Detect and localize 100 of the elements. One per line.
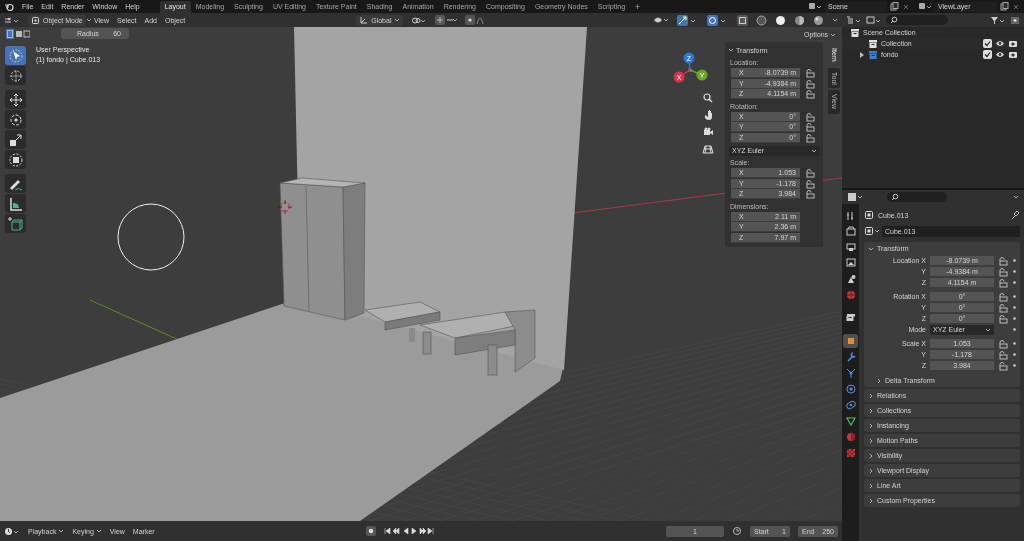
scale-tool-button[interactable]: [5, 130, 26, 149]
keyframe-dot-icon[interactable]: [1012, 269, 1017, 274]
unlocked-padlock-icon[interactable]: [805, 68, 815, 79]
unlocked-padlock-icon[interactable]: [998, 360, 1008, 371]
unlocked-padlock-icon[interactable]: [998, 255, 1008, 266]
camera-icon[interactable]: [1008, 39, 1018, 48]
keyframe-dot-icon[interactable]: [1012, 316, 1017, 321]
add-cube-tool-button[interactable]: [5, 214, 26, 233]
link-tab[interactable]: [843, 398, 858, 412]
pencil-tool-button[interactable]: [5, 174, 26, 193]
search-field[interactable]: [886, 15, 948, 25]
keyframe-dot-icon[interactable]: [1012, 352, 1017, 357]
keyframe-dot-icon[interactable]: [1012, 305, 1017, 310]
unlocked-padlock-icon[interactable]: [998, 349, 1008, 360]
caret-icon: [832, 17, 838, 23]
cube-tab[interactable]: [843, 334, 858, 348]
unlocked-padlock-icon[interactable]: [805, 189, 815, 200]
view-layer-type-icon[interactable]: [918, 2, 932, 11]
select-box-tool-button[interactable]: [5, 46, 26, 65]
transform-tool-button[interactable]: [5, 150, 26, 169]
ruler-tool-button[interactable]: [5, 194, 26, 213]
select-mode-icons[interactable]: [6, 28, 30, 39]
pin-icon[interactable]: [1010, 210, 1020, 220]
playback-controls-icon[interactable]: [383, 527, 434, 535]
visibility-icon[interactable]: [653, 15, 669, 25]
chevron-right-icon: [868, 452, 874, 459]
wireframe-shading-icon[interactable]: [756, 14, 767, 26]
cursor-tool-button[interactable]: [5, 66, 26, 85]
search-field[interactable]: [887, 192, 947, 202]
object-type-icon[interactable]: [864, 226, 880, 236]
new-collection-icon[interactable]: [1010, 15, 1020, 25]
unlocked-padlock-icon[interactable]: [998, 277, 1008, 288]
checked-checkbox-icon[interactable]: [983, 50, 992, 59]
add-workspace-button[interactable]: +: [630, 0, 646, 13]
unlocked-padlock-icon[interactable]: [998, 266, 1008, 277]
unlocked-padlock-icon[interactable]: [998, 338, 1008, 349]
box-icon: [844, 312, 857, 324]
eye-icon[interactable]: [995, 50, 1005, 59]
logo-icon[interactable]: [4, 1, 14, 12]
close-icon[interactable]: [1012, 2, 1020, 11]
hand-icon[interactable]: [702, 109, 714, 121]
caret-icon: [1013, 194, 1019, 200]
close-icon[interactable]: [902, 2, 910, 11]
checked-checkbox-icon[interactable]: [983, 39, 992, 48]
rendered-shading-icon[interactable]: [813, 14, 824, 26]
unlocked-padlock-icon[interactable]: [805, 78, 815, 89]
xray-icon[interactable]: [737, 14, 748, 26]
unlocked-padlock-icon[interactable]: [805, 122, 815, 133]
unlocked-padlock-icon[interactable]: [998, 302, 1008, 313]
keyframe-dot-icon[interactable]: [1012, 327, 1017, 332]
chevron-right-icon: [868, 407, 874, 414]
chevron-right-icon: [868, 437, 874, 444]
select-box-icon: [6, 46, 25, 65]
keyframe-dot-icon[interactable]: [1012, 363, 1017, 368]
display-mode-icon[interactable]: [846, 15, 862, 25]
image-stack-tab[interactable]: [843, 256, 858, 270]
unlocked-padlock-icon[interactable]: [805, 178, 815, 189]
pivot-icon[interactable]: [411, 15, 428, 25]
rotate-tool-button[interactable]: [5, 110, 26, 129]
axes-icon: [359, 15, 369, 25]
chevron-right-icon: [868, 422, 874, 429]
view-layer-filter-icon[interactable]: [866, 15, 882, 25]
clock-icon[interactable]: [732, 526, 742, 536]
keyframe-dot-icon[interactable]: [1012, 341, 1017, 346]
triangle-mesh-tab[interactable]: [843, 414, 858, 428]
zoom-icon[interactable]: [702, 92, 714, 104]
copy-icon[interactable]: [890, 2, 899, 11]
keyframe-dot-icon[interactable]: [1012, 294, 1017, 299]
chevron-right-icon: [868, 392, 874, 399]
snap-icon[interactable]: [435, 15, 458, 25]
unlocked-padlock-icon[interactable]: [998, 313, 1008, 324]
orbit-icon: [844, 383, 857, 395]
scene-type-icon[interactable]: [808, 2, 822, 11]
orbit-tab[interactable]: [843, 382, 858, 396]
unlocked-padlock-icon[interactable]: [805, 111, 815, 122]
collapsed-arrow-icon[interactable]: [859, 51, 865, 58]
record-button-icon[interactable]: [365, 526, 376, 536]
grid-icon[interactable]: [702, 143, 714, 155]
camera-icon[interactable]: [702, 126, 714, 138]
printer-tab[interactable]: [843, 240, 858, 254]
unlocked-padlock-icon[interactable]: [998, 291, 1008, 302]
keyframe-dot-icon[interactable]: [1012, 280, 1017, 285]
filter-icon[interactable]: [990, 15, 1006, 25]
camera-icon[interactable]: [1008, 50, 1018, 59]
unlocked-padlock-icon[interactable]: [805, 89, 815, 100]
material-shading-icon[interactable]: [794, 14, 805, 26]
unlocked-padlock-icon[interactable]: [805, 132, 815, 143]
editor-type-icon[interactable]: [847, 192, 863, 202]
eye-icon[interactable]: [995, 39, 1005, 48]
copy-icon[interactable]: [1000, 2, 1009, 11]
keyframe-dot-icon[interactable]: [1012, 258, 1017, 263]
move-tool-button[interactable]: [5, 90, 26, 109]
solid-shading-icon[interactable]: [775, 14, 786, 26]
editor-type-icon[interactable]: [4, 526, 20, 536]
chevron-right-icon: [868, 482, 874, 489]
editor-type-icon[interactable]: [4, 15, 20, 25]
caret-icon: [95, 528, 102, 534]
add-cube-icon: [6, 214, 25, 233]
camera-back-tab[interactable]: [843, 224, 858, 238]
unlocked-padlock-icon[interactable]: [805, 168, 815, 179]
